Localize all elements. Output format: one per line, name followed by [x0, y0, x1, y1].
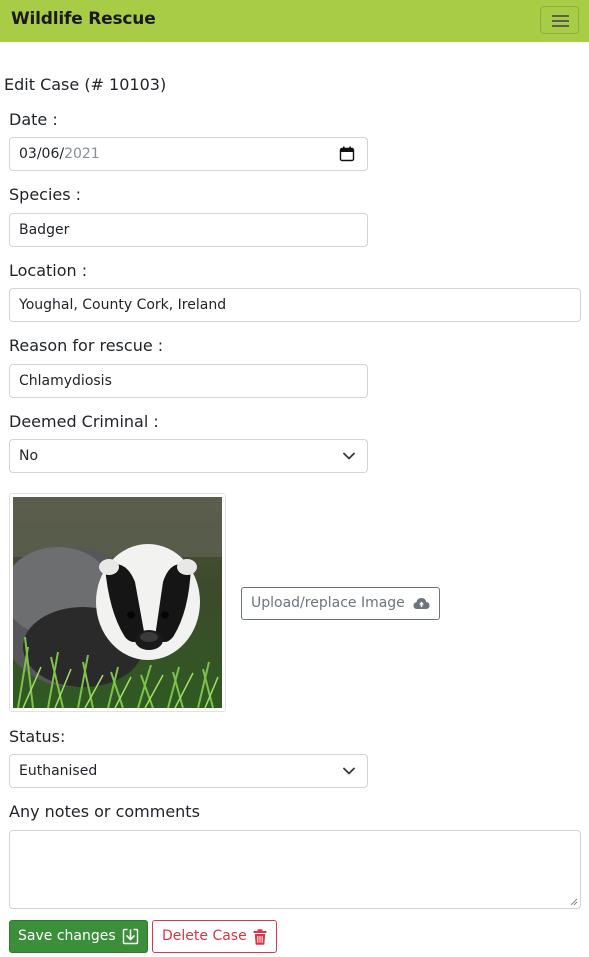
calendar-icon[interactable] — [339, 146, 355, 162]
delete-case-label: Delete Case — [162, 928, 247, 944]
date-input[interactable]: 03/06/2021 — [9, 137, 368, 171]
upload-image-button[interactable]: Upload/replace Image — [241, 587, 440, 620]
species-input[interactable]: Badger — [9, 213, 368, 247]
badger-photo — [13, 497, 222, 708]
date-value-year: 2021 — [64, 146, 100, 162]
trash-icon — [253, 929, 267, 945]
criminal-select[interactable]: No — [9, 439, 368, 473]
form-title: Edit Case (# 10103) — [4, 75, 167, 94]
case-image — [9, 493, 226, 712]
date-label: Date : — [9, 110, 58, 129]
status-selected-value: Euthanised — [19, 763, 98, 779]
date-value-day-month: 03/06/ — [19, 146, 65, 162]
status-select[interactable]: Euthanised — [9, 754, 368, 788]
save-button[interactable]: Save changes — [9, 920, 148, 953]
status-label: Status: — [9, 727, 66, 746]
delete-case-button[interactable]: Delete Case — [152, 920, 277, 953]
navbar-toggle-button[interactable] — [540, 6, 579, 34]
cloud-upload-icon — [413, 598, 430, 609]
notes-textarea[interactable] — [9, 830, 581, 909]
reason-label: Reason for rescue : — [9, 336, 164, 355]
hamburger-menu-icon — [552, 15, 569, 17]
brand-title[interactable]: Wildlife Rescue — [11, 9, 156, 29]
save-download-icon — [122, 928, 139, 945]
location-input[interactable]: Youghal, County Cork, Ireland — [9, 288, 581, 322]
species-label: Species : — [9, 185, 82, 204]
hamburger-menu-icon-bar — [552, 20, 569, 22]
chevron-down-icon — [343, 452, 355, 460]
navbar: Wildlife Rescue — [0, 0, 589, 42]
reason-input[interactable]: Chlamydiosis — [9, 364, 368, 398]
criminal-label: Deemed Criminal : — [9, 412, 159, 431]
notes-label: Any notes or comments — [9, 802, 200, 821]
criminal-selected-value: No — [19, 448, 39, 464]
resize-handle-icon[interactable] — [570, 898, 578, 906]
upload-image-label: Upload/replace Image — [251, 595, 405, 611]
save-button-label: Save changes — [18, 928, 116, 944]
chevron-down-icon — [343, 767, 355, 775]
location-label: Location : — [9, 261, 88, 280]
hamburger-menu-icon-bar — [552, 25, 569, 27]
